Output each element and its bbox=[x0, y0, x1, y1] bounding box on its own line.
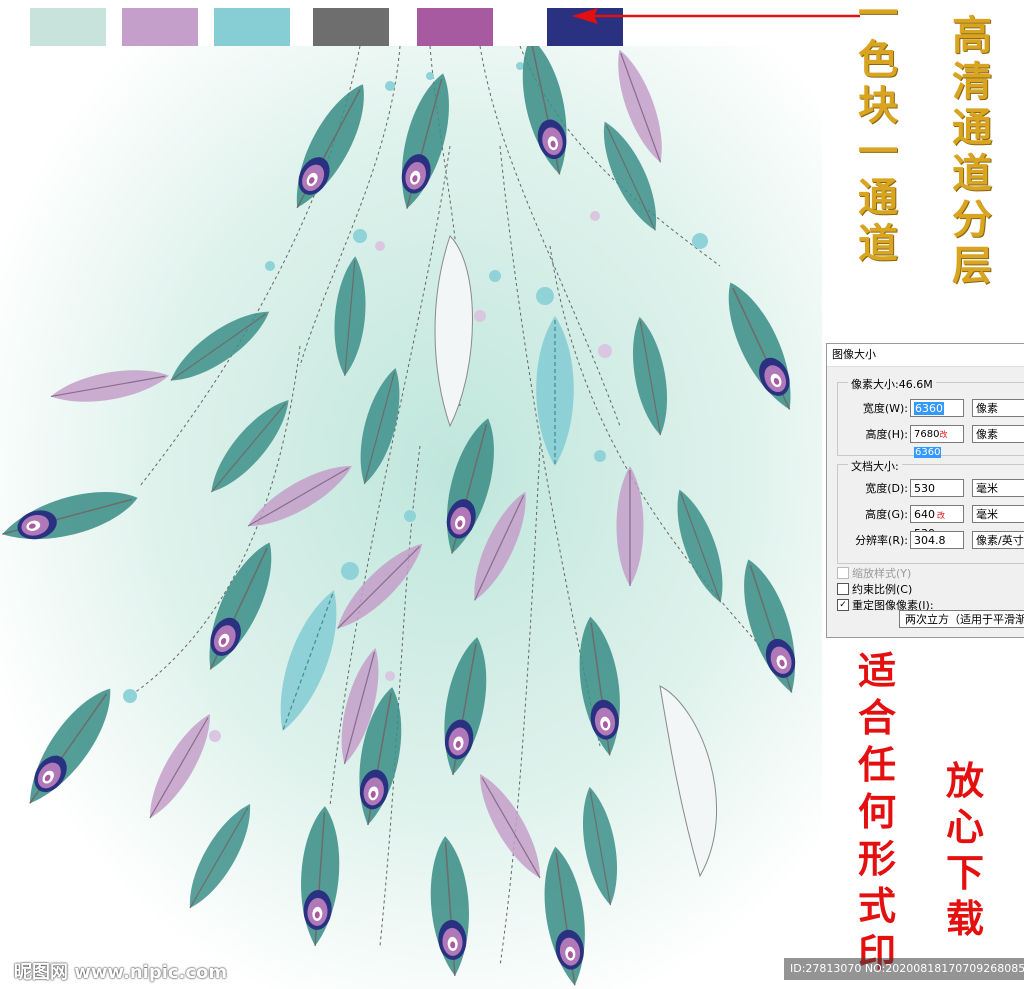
annotation-char: 高 bbox=[952, 12, 992, 59]
watermark-site: 昵图网 www.nipic.com bbox=[14, 962, 228, 983]
annotation-char: 何 bbox=[858, 789, 897, 834]
pixel-width-field[interactable]: 6360 bbox=[910, 399, 964, 417]
resolution-unit-select[interactable]: 像素/英寸▼ bbox=[972, 531, 1024, 549]
annotation-char: 清 bbox=[952, 58, 992, 105]
annotation-char: 道 bbox=[858, 220, 898, 267]
annotation-char: 下 bbox=[946, 850, 985, 895]
doc-height-label: 高度(G): bbox=[865, 508, 908, 521]
doc-height-unit: 毫米 bbox=[976, 508, 998, 521]
resample-value: 两次立方（适用于平滑渐变） bbox=[905, 613, 1024, 626]
pixel-height-value: 7680 bbox=[914, 429, 940, 440]
image-size-dialog: 图像大小 像素大小:46.6M 宽度(W): 6360 像素▼ 高度(H): 7… bbox=[826, 343, 1024, 638]
pixel-width-value: 6360 bbox=[914, 402, 944, 415]
resolution-field[interactable]: 304.8 bbox=[910, 531, 964, 549]
checkbox-box bbox=[837, 567, 849, 579]
annotation-char: 放 bbox=[946, 758, 985, 803]
pixel-dimensions-group: 像素大小:46.6M 宽度(W): 6360 像素▼ 高度(H): 7680改 6… bbox=[837, 376, 1024, 458]
resolution-value: 304.8 bbox=[914, 534, 946, 547]
dialog-title: 图像大小 bbox=[827, 344, 1024, 367]
annotation-char: 合 bbox=[858, 695, 897, 740]
doc-height-field[interactable]: 640改530 bbox=[910, 505, 964, 540]
constrain-proportions-checkbox[interactable]: 约束比例(C) bbox=[837, 582, 912, 598]
pixel-height-new-value: 6360 bbox=[914, 447, 942, 458]
swatch-gray bbox=[313, 8, 389, 46]
annotation-char: 形 bbox=[858, 836, 897, 881]
doc-width-unit: 毫米 bbox=[976, 482, 998, 495]
resample-method-select[interactable]: 两次立方（适用于平滑渐变） bbox=[899, 610, 1024, 628]
resolution-unit: 像素/英寸 bbox=[976, 534, 1024, 547]
annotation-char: 色 bbox=[858, 36, 898, 83]
document-size-group: 文档大小: 宽度(D): 530 毫米▼ 高度(G): 640改530 毫米▼ … bbox=[837, 458, 1024, 564]
swatch-aqua bbox=[214, 8, 290, 46]
annotation-char: 式 bbox=[858, 883, 897, 928]
pixel-width-label: 宽度(W): bbox=[862, 402, 908, 415]
scale-styles-label: 缩放样式(Y) bbox=[852, 567, 912, 580]
watermark-id: ID:27813070 NO:20200818170709268085 bbox=[784, 958, 1024, 980]
resolution-label: 分辨率(R): bbox=[855, 534, 908, 547]
doc-height-edit-mark: 改 bbox=[937, 511, 945, 520]
pixel-size-label: 像素大小:46.6M bbox=[848, 376, 936, 392]
doc-width-unit-select[interactable]: 毫米▼ bbox=[972, 479, 1024, 497]
annotation-download-with-confidence: 放 心 下 载 bbox=[946, 762, 984, 946]
checkbox-box bbox=[837, 583, 849, 595]
annotation-suitable-for-printing: 适 合 任 何 形 式 印 bbox=[858, 652, 896, 981]
doc-width-label: 宽度(D): bbox=[865, 482, 908, 495]
swatch-mint bbox=[30, 8, 106, 46]
doc-height-value: 640 bbox=[914, 508, 935, 521]
annotation-char: 载 bbox=[946, 896, 985, 941]
annotation-char: 分 bbox=[952, 196, 992, 243]
annotation-char: 任 bbox=[858, 742, 897, 787]
pixel-width-unit-select[interactable]: 像素▼ bbox=[972, 399, 1024, 417]
annotation-one-swatch-one-channel: 一 色 块 一 通 道 bbox=[858, 0, 898, 270]
pixel-height-field[interactable]: 7680改 6360 bbox=[910, 425, 964, 458]
doc-size-label: 文档大小: bbox=[848, 458, 902, 474]
pointer-arrow bbox=[572, 8, 860, 24]
annotation-char: 心 bbox=[946, 804, 985, 849]
annotation-char: 道 bbox=[952, 150, 992, 197]
peacock-feather-artwork bbox=[0, 46, 822, 989]
annotation-char: 通 bbox=[952, 104, 992, 151]
annotation-hd-channel-layers: 高 清 通 道 分 层 bbox=[952, 16, 992, 292]
annotation-char: 块 bbox=[858, 82, 898, 129]
pixel-width-unit: 像素 bbox=[976, 402, 998, 415]
pixel-height-unit: 像素 bbox=[976, 428, 998, 441]
doc-height-unit-select[interactable]: 毫米▼ bbox=[972, 505, 1024, 523]
pixel-height-unit-select[interactable]: 像素▼ bbox=[972, 425, 1024, 443]
swatch-lilac bbox=[122, 8, 198, 46]
doc-width-value: 530 bbox=[914, 482, 935, 495]
pixel-height-edit-mark: 改 bbox=[939, 430, 948, 439]
annotation-char: 一 bbox=[858, 128, 898, 175]
check-icon: ✓ bbox=[837, 599, 849, 611]
feather-illustration bbox=[0, 46, 822, 989]
doc-width-field[interactable]: 530 bbox=[910, 479, 964, 497]
constrain-label: 约束比例(C) bbox=[852, 583, 913, 596]
scale-styles-checkbox[interactable]: 缩放样式(Y) bbox=[837, 566, 911, 582]
pixel-height-label: 高度(H): bbox=[865, 428, 908, 441]
annotation-char: 一 bbox=[858, 0, 898, 37]
annotation-char: 通 bbox=[858, 174, 898, 221]
annotation-char: 适 bbox=[858, 648, 897, 693]
annotation-char: 层 bbox=[952, 242, 992, 289]
swatch-purple bbox=[417, 8, 493, 46]
